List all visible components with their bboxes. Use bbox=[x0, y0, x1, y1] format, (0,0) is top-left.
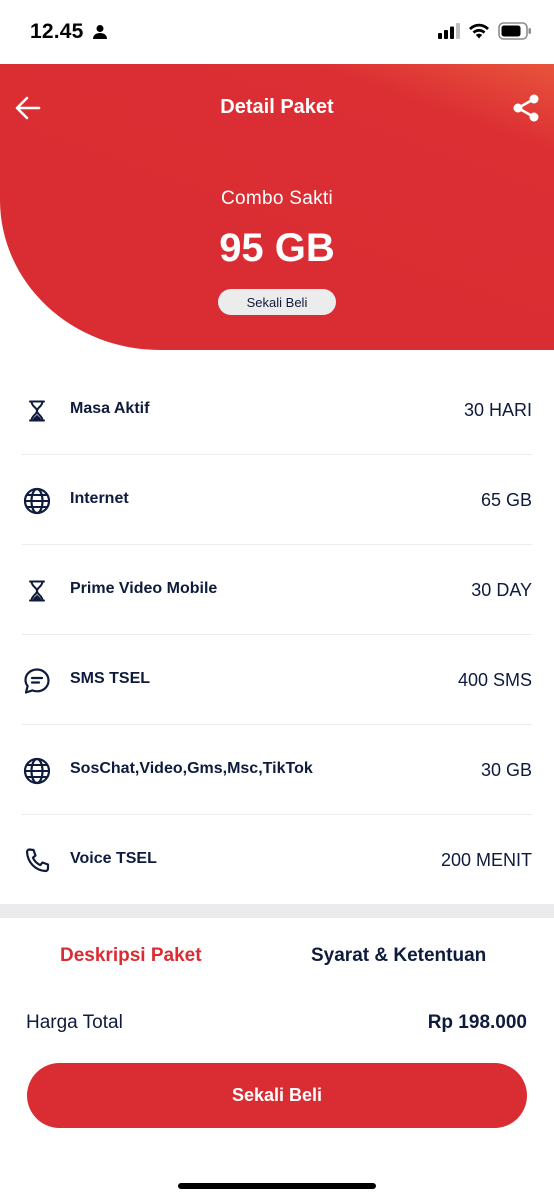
benefit-value: 30 HARI bbox=[463, 400, 532, 420]
package-name: Combo Sakti bbox=[220, 188, 334, 209]
status-bar: 12.45 bbox=[0, 0, 554, 64]
benefit-value: 400 SMS bbox=[457, 670, 532, 690]
benefit-row: Internet 65 GB bbox=[22, 455, 532, 545]
globe-icon bbox=[22, 486, 52, 516]
buy-button[interactable]: Sekali Beli bbox=[27, 1063, 527, 1128]
status-time: 12.45 bbox=[30, 20, 84, 43]
purchase-type-badge: Sekali Beli bbox=[218, 289, 336, 315]
benefit-row: Voice TSEL 200 MENIT bbox=[22, 815, 532, 905]
benefit-value: 30 DAY bbox=[471, 580, 532, 600]
share-icon bbox=[513, 94, 539, 122]
signal-icon bbox=[438, 23, 460, 44]
hourglass-icon bbox=[22, 576, 52, 606]
page-title: Detail Paket bbox=[220, 96, 334, 118]
tab-terms-conditions[interactable]: Syarat & Ketentuan bbox=[311, 945, 486, 967]
wifi-icon bbox=[468, 23, 490, 44]
benefit-value: 200 MENIT bbox=[440, 850, 532, 870]
total-price-value: Rp 198.000 bbox=[427, 1012, 527, 1033]
benefit-label: Internet bbox=[70, 490, 129, 507]
benefit-row: Masa Aktif 30 HARI bbox=[22, 365, 532, 455]
hourglass-icon bbox=[22, 396, 52, 426]
benefit-label: SMS TSEL bbox=[70, 670, 151, 687]
benefit-label: Masa Aktif bbox=[70, 400, 150, 417]
benefit-label: Voice TSEL bbox=[70, 850, 157, 867]
benefit-row: Prime Video Mobile 30 DAY bbox=[22, 545, 532, 635]
benefit-row: SosChat,Video,Gms,Msc,TikTok 30 GB bbox=[22, 725, 532, 815]
benefit-value: 65 GB bbox=[480, 490, 532, 510]
battery-icon bbox=[498, 22, 532, 45]
package-size: 95 GB bbox=[219, 226, 335, 270]
package-hero: Detail Paket Combo Sakti 95 GB Sekali Be… bbox=[0, 64, 554, 350]
status-icons bbox=[438, 22, 532, 45]
phone-icon bbox=[22, 846, 52, 876]
benefit-label: SosChat,Video,Gms,Msc,TikTok bbox=[70, 760, 313, 777]
benefit-list: Masa Aktif 30 HARI Internet 65 GB Prime … bbox=[0, 365, 554, 905]
benefit-label: Prime Video Mobile bbox=[70, 580, 218, 597]
share-button[interactable] bbox=[508, 90, 544, 126]
section-divider bbox=[0, 904, 554, 918]
globe-icon bbox=[22, 756, 52, 786]
benefit-value: 30 GB bbox=[480, 760, 532, 780]
home-indicator bbox=[178, 1183, 376, 1189]
chat-bubble-icon bbox=[22, 666, 52, 696]
tab-package-description[interactable]: Deskripsi Paket bbox=[60, 945, 202, 967]
total-price-label: Harga Total bbox=[26, 1012, 123, 1033]
benefit-row: SMS TSEL 400 SMS bbox=[22, 635, 532, 725]
person-icon bbox=[92, 24, 108, 45]
